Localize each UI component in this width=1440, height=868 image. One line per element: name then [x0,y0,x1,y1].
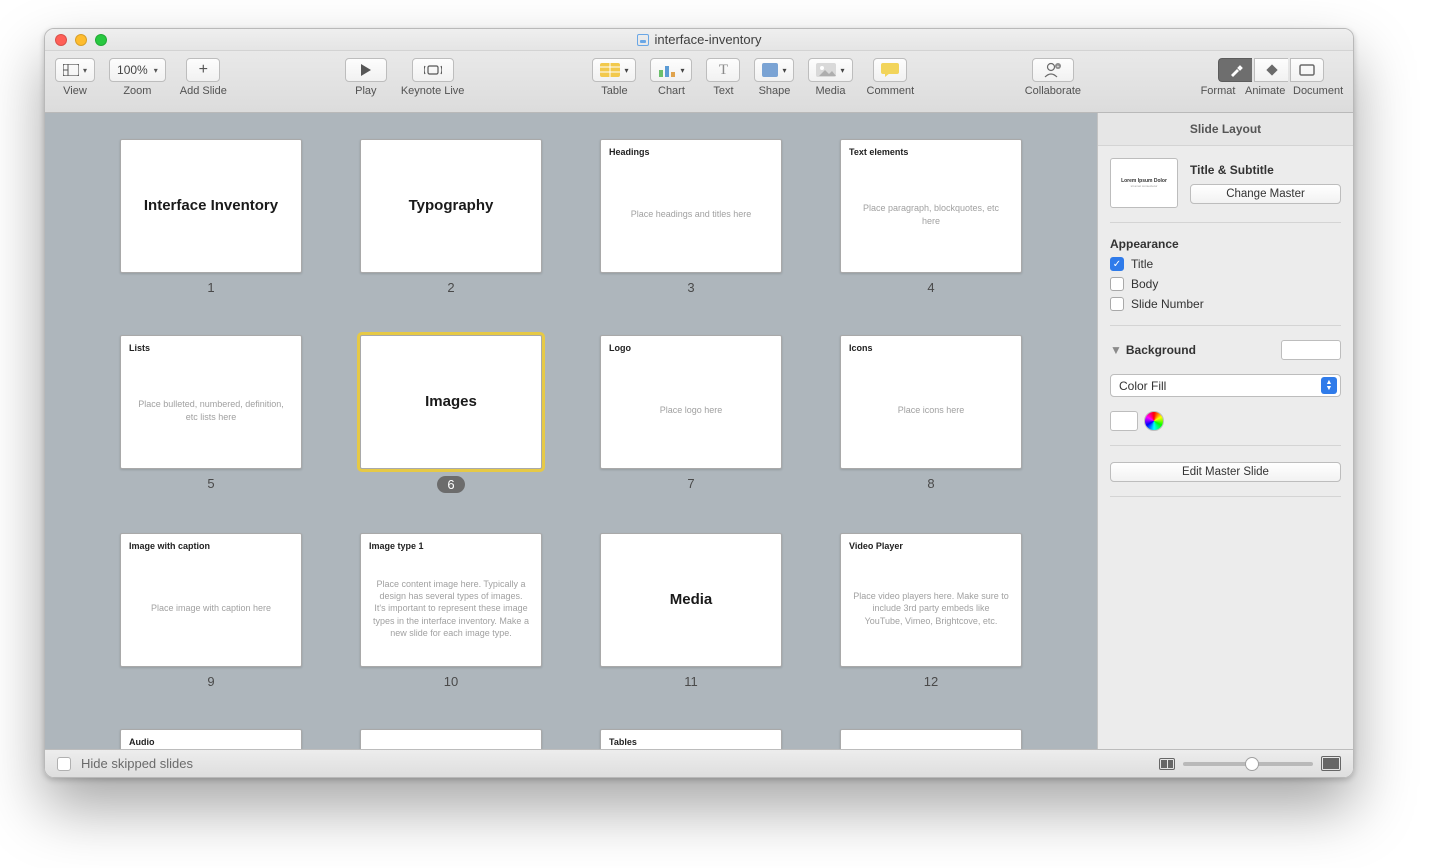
color-wheel-button[interactable] [1144,411,1164,431]
collaborate-icon: + [1044,62,1062,78]
view-button[interactable]: ▾ [55,58,95,82]
light-table-icon [63,64,79,76]
hide-skipped-label: Hide skipped slides [81,756,193,771]
collaborate-button[interactable]: + [1032,58,1074,82]
slide-number: 1 [207,280,214,295]
media-button[interactable]: ▾ [808,58,852,82]
slide-thumb[interactable]: Text elementsPlace paragraph, blockquote… [840,139,1022,273]
master-preview[interactable]: Lorem Ipsum Dolor sit amet consectetur [1110,158,1178,208]
slide-thumb[interactable]: IconsPlace icons here [840,335,1022,469]
svg-text:+: + [1056,64,1059,70]
shape-icon [762,63,778,77]
toolbar: ▾ View 100%▾ Zoom + Add Slide Play Keyno… [45,51,1353,113]
slide-number-checkbox[interactable] [1110,297,1124,311]
slide-number: 11 [684,674,698,689]
play-icon [361,64,371,76]
table-button[interactable]: ▾ [592,58,636,82]
comment-button[interactable] [873,58,907,82]
inspector-title: Slide Layout [1098,113,1353,146]
chart-icon [658,63,676,77]
text-button[interactable]: T [706,58,740,82]
comment-icon [881,63,899,77]
diamond-icon [1265,63,1279,77]
add-slide-button[interactable]: + [186,58,220,82]
inspector-panel: Slide Layout Lorem Ipsum Dolor sit amet … [1097,113,1353,749]
slide-thumb[interactable]: Image type 1Place content image here. Ty… [360,533,542,667]
zoom-button[interactable]: 100%▾ [109,58,166,82]
title-checkbox[interactable]: ✓ [1110,257,1124,271]
chart-button[interactable]: ▾ [650,58,692,82]
zoom-slider[interactable] [1183,762,1313,766]
table-icon [600,63,620,77]
slide-number: 6 [437,476,464,493]
zoom-large-icon[interactable] [1321,756,1341,771]
slide-number: 4 [927,280,934,295]
slide-thumb[interactable] [360,729,542,749]
slide-grid-area[interactable]: Interface Inventory 1 Typography 2 HeadingsP… [45,113,1097,749]
media-icon [816,63,836,77]
slide-thumb[interactable]: Typography [360,139,542,273]
slide-number: 3 [687,280,694,295]
document-icon [1299,64,1315,76]
appearance-heading: Appearance [1110,237,1341,251]
slide-number: 12 [924,674,938,689]
slide-thumb[interactable]: HeadingsPlace headings and titles here [600,139,782,273]
slide-thumb[interactable]: Audio [120,729,302,749]
change-master-button[interactable]: Change Master [1190,184,1341,204]
text-icon: T [719,62,728,79]
hide-skipped-checkbox[interactable] [57,757,71,771]
slide-thumb[interactable]: Images [360,335,542,469]
background-swatch[interactable] [1281,340,1341,360]
slide-number: 10 [444,674,458,689]
slide-number: 2 [447,280,454,295]
color-swatch[interactable] [1110,411,1138,431]
slide-thumb[interactable]: LogoPlace logo here [600,335,782,469]
disclosure-icon[interactable]: ▼ [1110,343,1122,357]
format-tab[interactable] [1218,58,1252,82]
slide-thumb[interactable]: Tables [600,729,782,749]
titlebar: interface-inventory [45,29,1353,51]
play-button[interactable] [345,58,387,82]
slide-number: 9 [207,674,214,689]
slide-number: 8 [927,476,934,491]
slide-thumb[interactable]: ListsPlace bulleted, numbered, definitio… [120,335,302,469]
select-arrows-icon: ▲▼ [1321,377,1337,394]
app-window: interface-inventory ▾ View 100%▾ Zoom + … [44,28,1354,778]
slide-thumb[interactable]: Interface Inventory [120,139,302,273]
brush-icon [1229,63,1243,77]
doc-icon [637,34,649,46]
zoom-small-icon[interactable] [1159,758,1175,770]
animate-tab[interactable] [1254,58,1288,82]
window-title: interface-inventory [655,32,762,47]
slide-number: 7 [687,476,694,491]
slide-thumb[interactable]: Image with captionPlace image with capti… [120,533,302,667]
footer-bar: Hide skipped slides [45,749,1353,777]
body-checkbox[interactable] [1110,277,1124,291]
slide-thumb[interactable] [840,729,1022,749]
document-tab[interactable] [1290,58,1324,82]
slide-thumb[interactable]: Media [600,533,782,667]
master-name: Title & Subtitle [1190,163,1341,177]
keynote-live-button[interactable] [412,58,454,82]
fill-type-select[interactable]: Color Fill ▲▼ [1110,374,1341,397]
shape-button[interactable]: ▾ [754,58,794,82]
broadcast-icon [424,64,442,76]
slide-thumb[interactable]: Video PlayerPlace video players here. Ma… [840,533,1022,667]
slide-number: 5 [207,476,214,491]
edit-master-button[interactable]: Edit Master Slide [1110,462,1341,482]
